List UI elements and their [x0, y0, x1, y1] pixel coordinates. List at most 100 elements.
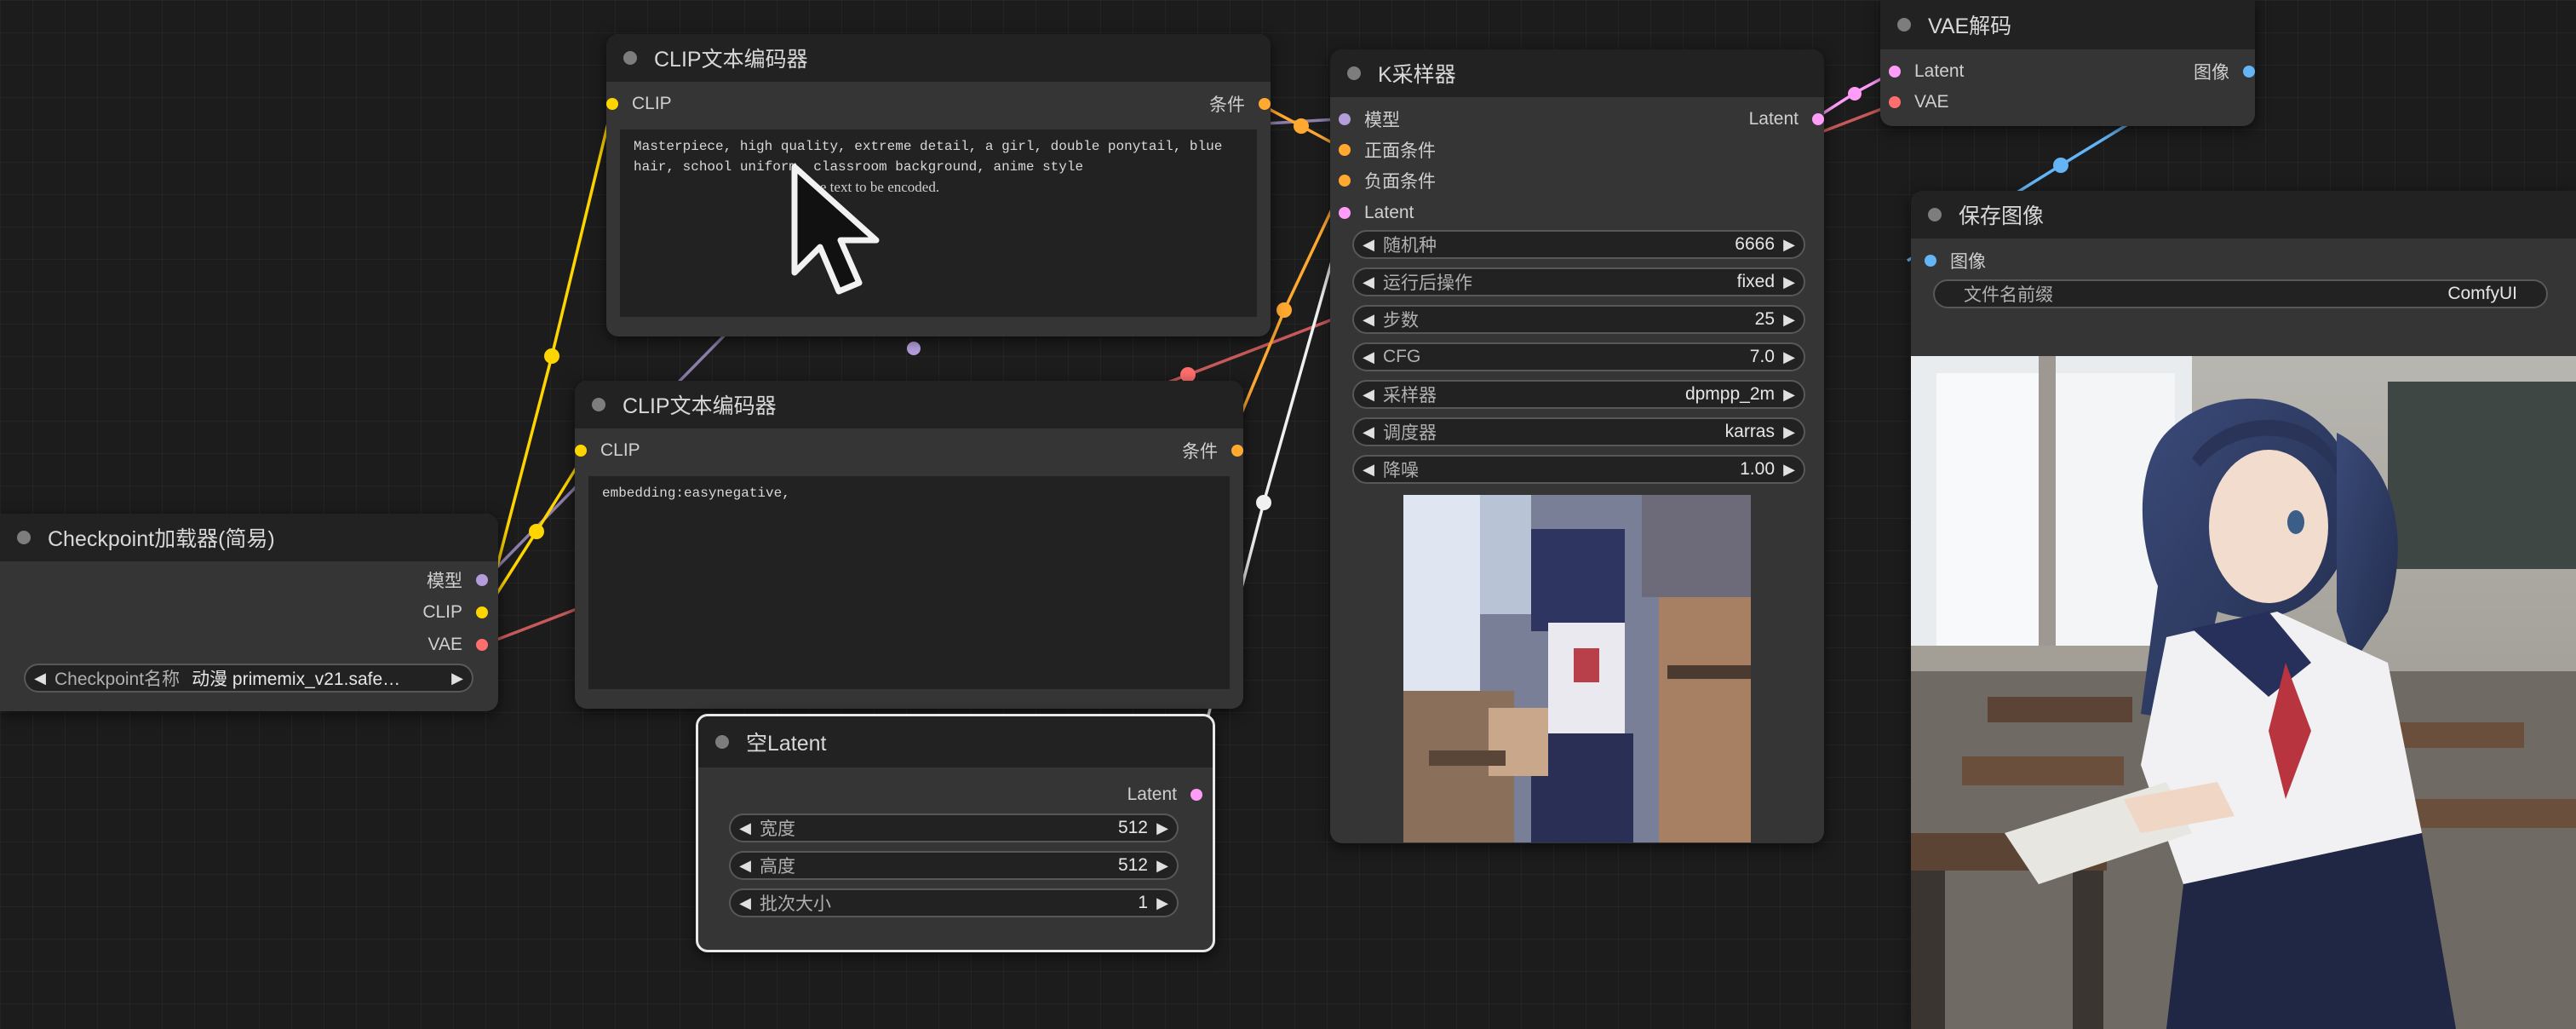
arrow-left-icon[interactable]: ◀ [1354, 348, 1383, 366]
vae-input-dot[interactable] [1889, 96, 1901, 108]
arrow-left-icon[interactable]: ◀ [1354, 236, 1383, 254]
widget-value: karras [1724, 422, 1775, 441]
arrow-right-icon[interactable]: ▶ [1148, 857, 1177, 875]
latent-input-slot[interactable]: Latent [1889, 58, 1964, 85]
clip-text-encode-node-1[interactable]: CLIP文本编码器 CLIP 条件 Masterpiece, high qual… [606, 34, 1271, 336]
model-output-dot[interactable] [476, 574, 488, 586]
clip-input-slot[interactable]: CLIP [606, 90, 672, 118]
positive-input-dot[interactable] [1339, 144, 1351, 156]
arrow-left-icon[interactable]: ◀ [1354, 461, 1383, 479]
arrow-left-icon[interactable]: ◀ [731, 894, 760, 912]
latent-input-dot[interactable] [1889, 66, 1901, 78]
node-title-bar[interactable]: VAE解码 [1880, 0, 2255, 49]
conditioning-output-slot[interactable]: 条件 [1182, 437, 1243, 464]
negative-input-slot[interactable]: 负面条件 [1339, 167, 1436, 194]
collapse-dot-icon[interactable] [1347, 66, 1361, 80]
arrow-right-icon[interactable]: ▶ [1775, 236, 1804, 254]
vae-decode-node[interactable]: VAE解码 Latent VAE 图像 [1880, 0, 2255, 126]
latent-output-slot[interactable]: Latent [1127, 781, 1202, 808]
arrow-left-icon[interactable]: ◀ [731, 857, 760, 875]
arrow-right-icon[interactable]: ▶ [1775, 273, 1804, 291]
collapse-dot-icon[interactable] [592, 398, 605, 411]
arrow-right-icon[interactable]: ▶ [1775, 348, 1804, 366]
clip-input-dot[interactable] [575, 445, 587, 457]
conditioning-output-dot[interactable] [1231, 445, 1243, 457]
latent-output-dot[interactable] [1190, 789, 1202, 801]
denoise-widget[interactable]: ◀ 降噪 1.00 ▶ [1352, 455, 1805, 484]
prompt-textarea[interactable]: Masterpiece, high quality, extreme detai… [620, 129, 1257, 317]
widget-label: 调度器 [1383, 423, 1437, 443]
positive-input-slot[interactable]: 正面条件 [1339, 136, 1436, 164]
collapse-dot-icon[interactable] [623, 51, 637, 65]
batch-size-widget[interactable]: ◀ 批次大小 1 ▶ [729, 888, 1179, 917]
arrow-left-icon[interactable]: ◀ [731, 819, 760, 837]
model-input-slot[interactable]: 模型 [1339, 106, 1400, 133]
vae-output-slot[interactable]: VAE [428, 631, 488, 658]
collapse-dot-icon[interactable] [1897, 18, 1911, 32]
arrow-left-icon[interactable]: ◀ [1354, 386, 1383, 404]
clip-output-dot[interactable] [476, 606, 488, 618]
vae-input-slot[interactable]: VAE [1889, 89, 1948, 116]
node-title-bar[interactable]: 保存图像 [1911, 191, 2576, 239]
sampler-name-widget[interactable]: ◀ 采样器 dpmpp_2m ▶ [1352, 380, 1805, 409]
node-title-bar[interactable]: 空Latent [698, 716, 1213, 767]
collapse-dot-icon[interactable] [715, 735, 729, 749]
image-input-slot[interactable]: 图像 [1925, 247, 1986, 274]
arrow-right-icon[interactable]: ▶ [1775, 461, 1804, 479]
latent-input-slot[interactable]: Latent [1339, 199, 1414, 227]
scheduler-widget[interactable]: ◀ 调度器 karras ▶ [1352, 417, 1805, 446]
clip-input-label: CLIP [600, 440, 640, 460]
image-output-dot[interactable] [2243, 66, 2255, 78]
checkpoint-loader-node[interactable]: Checkpoint加载器(简易) 模型 CLIP VAE ◀ Checkpoi… [0, 514, 498, 711]
node-title: VAE解码 [1928, 14, 2012, 38]
node-title-bar[interactable]: Checkpoint加载器(简易) [0, 514, 498, 561]
arrow-right-icon[interactable]: ▶ [1148, 819, 1177, 837]
control-after-generate-widget[interactable]: ◀ 运行后操作 fixed ▶ [1352, 267, 1805, 296]
latent-output-label: Latent [1748, 109, 1799, 129]
latent-output-slot[interactable]: Latent [1749, 106, 1824, 133]
negative-input-label: 负面条件 [1364, 172, 1436, 192]
clip-output-label: CLIP [422, 602, 462, 622]
arrow-right-icon[interactable]: ▶ [1148, 894, 1177, 912]
clip-output-slot[interactable]: CLIP [422, 599, 488, 626]
empty-latent-node[interactable]: 空Latent Latent ◀ 宽度 512 ▶ ◀ 高度 512 ▶ ◀ 批… [696, 714, 1215, 952]
collapse-dot-icon[interactable] [1928, 208, 1942, 221]
image-output-label: 图像 [2194, 63, 2229, 83]
arrow-left-icon[interactable]: ◀ [26, 670, 55, 687]
steps-widget[interactable]: ◀ 步数 25 ▶ [1352, 305, 1805, 334]
latent-output-dot[interactable] [1812, 113, 1824, 125]
checkpoint-name-combo[interactable]: ◀ Checkpoint名称 动漫 primemix_v21.safe… ▶ [24, 664, 473, 693]
arrow-left-icon[interactable]: ◀ [1354, 311, 1383, 329]
clip-input-slot[interactable]: CLIP [575, 437, 640, 464]
node-title-bar[interactable]: K采样器 [1330, 49, 1824, 97]
model-input-dot[interactable] [1339, 113, 1351, 125]
clip-text-encode-node-2[interactable]: CLIP文本编码器 CLIP 条件 embedding:easynegative… [575, 381, 1243, 709]
model-output-slot[interactable]: 模型 [427, 566, 488, 594]
filename-prefix-widget[interactable]: 文件名前缀 ComfyUI [1933, 279, 2548, 308]
collapse-dot-icon[interactable] [17, 531, 31, 544]
prompt-textarea[interactable]: embedding:easynegative, [588, 476, 1230, 689]
width-widget[interactable]: ◀ 宽度 512 ▶ [729, 813, 1179, 842]
arrow-left-icon[interactable]: ◀ [1354, 273, 1383, 291]
latent-input-dot[interactable] [1339, 207, 1351, 219]
image-output-slot[interactable]: 图像 [2194, 58, 2255, 85]
conditioning-output-slot[interactable]: 条件 [1209, 90, 1271, 118]
clip-input-dot[interactable] [606, 98, 618, 110]
arrow-left-icon[interactable]: ◀ [1354, 423, 1383, 441]
vae-output-dot[interactable] [476, 639, 488, 651]
cfg-widget[interactable]: ◀ CFG 7.0 ▶ [1352, 342, 1805, 371]
conditioning-output-dot[interactable] [1259, 98, 1271, 110]
image-input-dot[interactable] [1925, 255, 1936, 267]
seed-widget[interactable]: ◀ 随机种 6666 ▶ [1352, 230, 1805, 259]
arrow-right-icon[interactable]: ▶ [1775, 386, 1804, 404]
latent-preview-graphic [1403, 495, 1751, 842]
ksampler-node[interactable]: K采样器 模型 正面条件 负面条件 Latent Latent ◀ 随机种 66… [1330, 49, 1824, 843]
height-widget[interactable]: ◀ 高度 512 ▶ [729, 851, 1179, 880]
node-title-bar[interactable]: CLIP文本编码器 [606, 34, 1271, 82]
arrow-right-icon[interactable]: ▶ [1775, 311, 1804, 329]
save-image-node[interactable]: 保存图像 图像 文件名前缀 ComfyUI [1911, 191, 2576, 1029]
arrow-right-icon[interactable]: ▶ [443, 670, 472, 687]
negative-input-dot[interactable] [1339, 175, 1351, 187]
node-title-bar[interactable]: CLIP文本编码器 [575, 381, 1243, 428]
arrow-right-icon[interactable]: ▶ [1775, 423, 1804, 441]
